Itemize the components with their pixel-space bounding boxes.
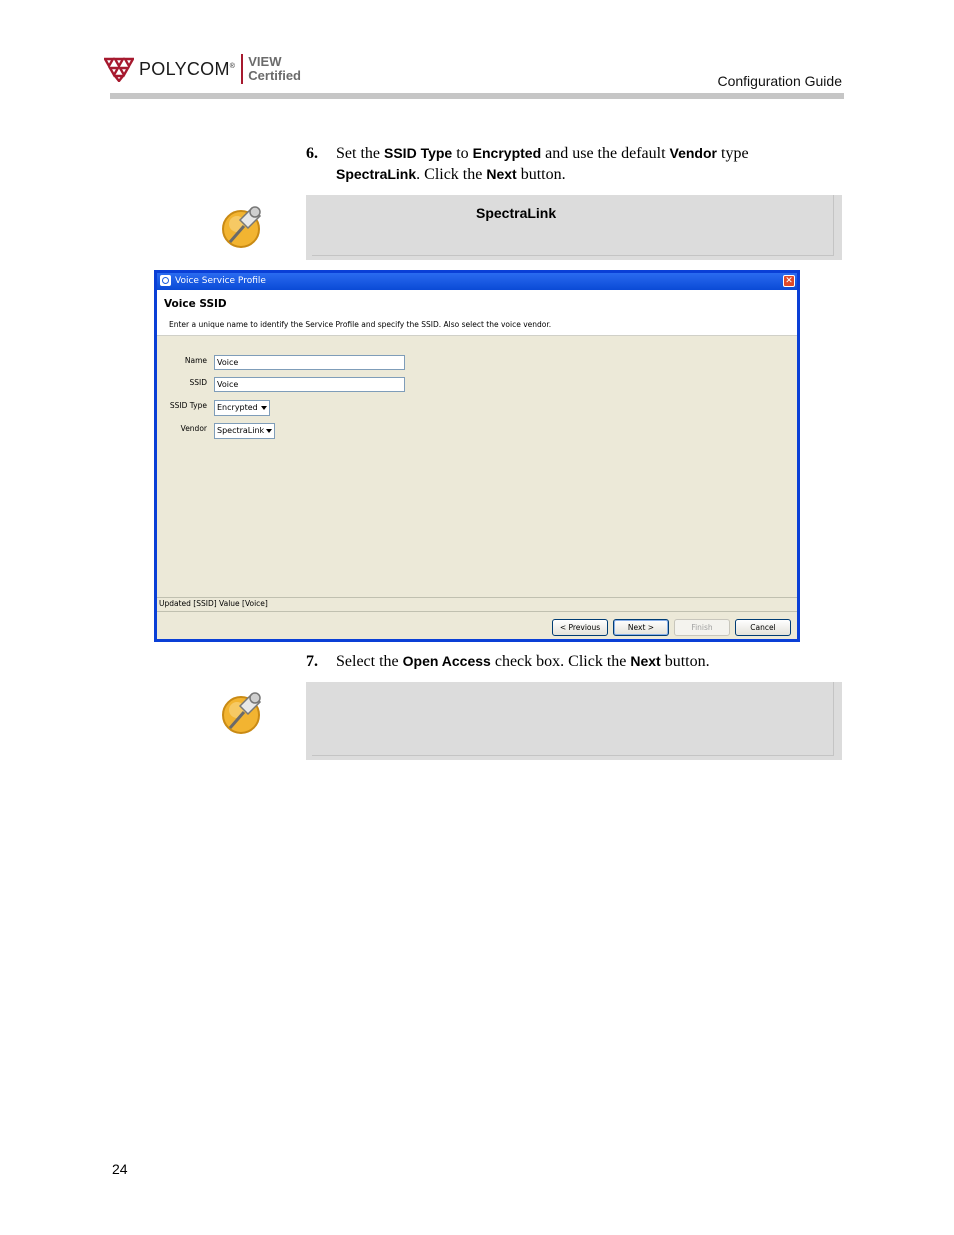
guide-title: Configuration Guide (717, 73, 842, 89)
polycom-triangles-icon (104, 57, 134, 82)
step-number: 7. (306, 653, 318, 670)
status-bar: Updated [SSID] Value [Voice] (157, 597, 797, 612)
step-7: 7. Select the Open Access check box. Cli… (306, 651, 806, 672)
note-box-inner (312, 682, 834, 756)
polycom-logo: POLYCOM® VIEW Certified (104, 52, 301, 86)
ssid-input[interactable]: Voice (214, 377, 405, 392)
ssid-type-label: SSID Type (169, 401, 207, 410)
field-row-ssid-type: SSID Type Encrypted (157, 400, 417, 417)
pushpin-note-icon (222, 692, 262, 734)
dialog-banner: Voice SSID Enter a unique name to identi… (157, 290, 797, 336)
dropdown-arrow-icon (266, 429, 272, 433)
name-input[interactable]: Voice (214, 355, 405, 370)
window-titlebar[interactable]: Voice Service Profile ✕ (157, 273, 797, 290)
ssid-type-value: Encrypted (217, 403, 258, 412)
dialog-description: Enter a unique name to identify the Serv… (169, 320, 552, 329)
vendor-select[interactable]: SpectraLink (214, 423, 275, 439)
finish-button: Finish (674, 619, 730, 636)
logo-brand: POLYCOM® (139, 58, 236, 79)
step-text: Select the Open Access check box. Click … (336, 653, 710, 670)
dropdown-arrow-icon (261, 406, 267, 410)
ssid-label: SSID (189, 378, 207, 387)
field-row-name: Name Voice (157, 355, 417, 372)
window-title: Voice Service Profile (175, 276, 266, 286)
previous-button[interactable]: < Previous (552, 619, 608, 636)
step-text: Set the SSID Type to Encrypted and use t… (336, 145, 749, 183)
close-icon[interactable]: ✕ (783, 275, 795, 287)
logo-certified: VIEW Certified (248, 54, 301, 83)
vendor-value: SpectraLink (217, 426, 265, 435)
step-number: 6. (306, 145, 318, 162)
header-rule (110, 93, 844, 99)
app-icon (160, 275, 171, 286)
cancel-button[interactable]: Cancel (735, 619, 791, 636)
field-row-vendor: Vendor SpectraLink (157, 423, 417, 440)
name-label: Name (184, 356, 207, 365)
pushpin-note-icon (222, 206, 262, 248)
logo-separator (241, 54, 244, 84)
voice-service-profile-dialog: Voice Service Profile ✕ Voice SSID Enter… (154, 270, 800, 642)
dialog-heading: Voice SSID (164, 298, 227, 310)
note-box: SpectraLink (306, 195, 842, 260)
page-number: 24 (112, 1161, 128, 1177)
note-box (306, 682, 842, 760)
note-box-inner (312, 195, 834, 256)
next-button[interactable]: Next > (613, 619, 669, 636)
note-title: SpectraLink (476, 205, 557, 221)
step-6: 6. Set the SSID Type to Encrypted and us… (306, 143, 806, 185)
vendor-label: Vendor (180, 424, 207, 433)
field-row-ssid: SSID Voice (157, 377, 417, 394)
ssid-type-select[interactable]: Encrypted (214, 400, 270, 416)
